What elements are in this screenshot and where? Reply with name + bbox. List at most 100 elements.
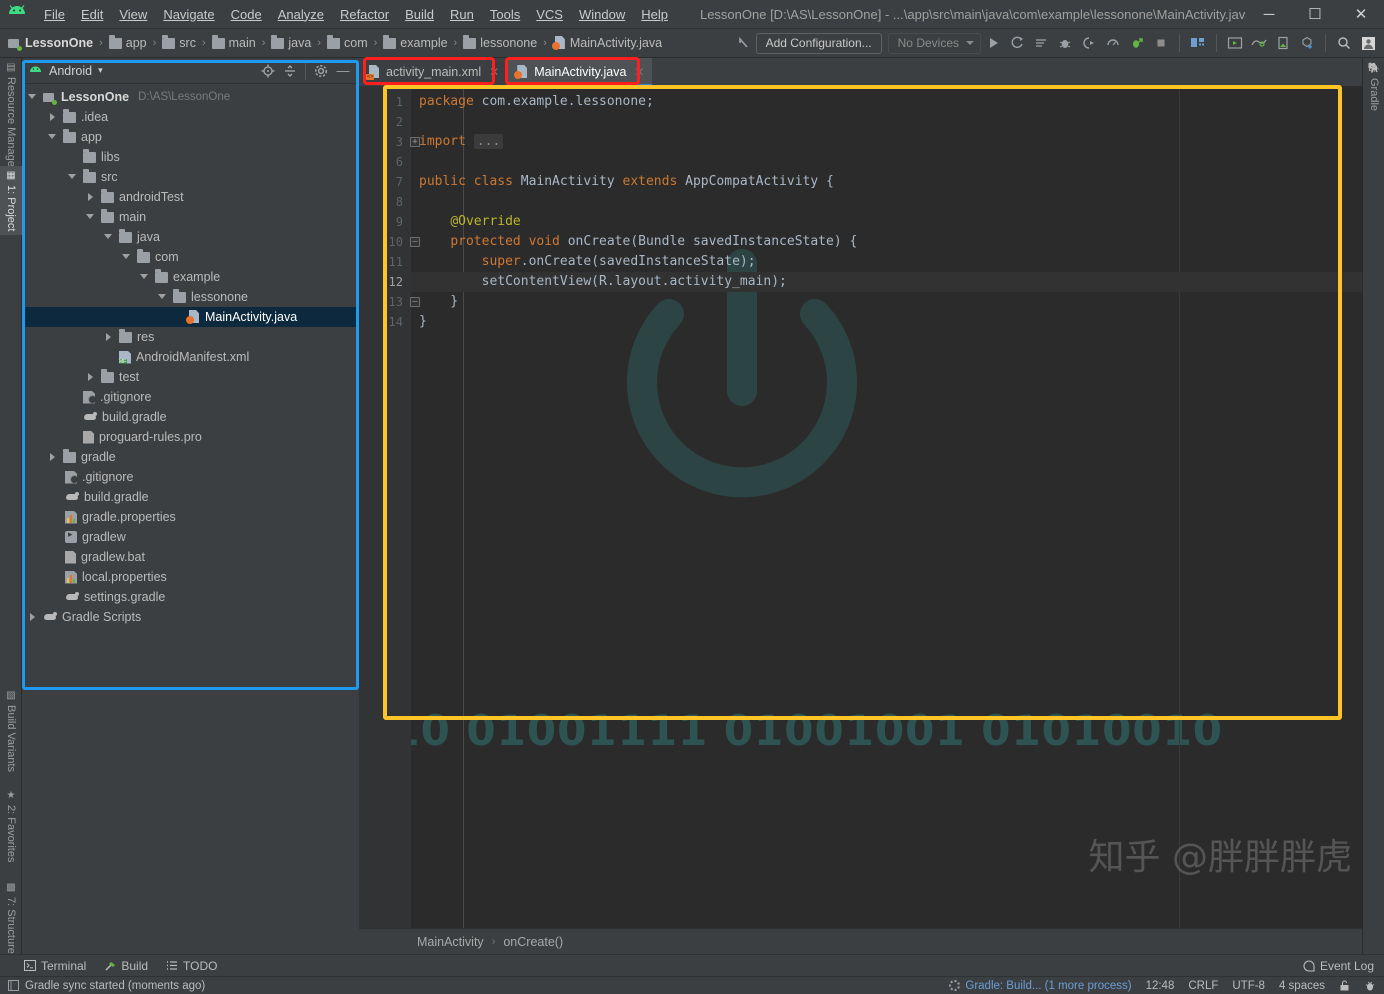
tree-node-example[interactable]: example — [22, 267, 359, 287]
chevron-right-icon[interactable] — [48, 452, 58, 462]
breadcrumb-method[interactable]: onCreate() — [503, 935, 563, 949]
device-selector[interactable]: No Devices — [887, 32, 981, 54]
menu-item-help[interactable]: Help — [633, 3, 676, 26]
code-line-3[interactable]: import ... — [411, 132, 1362, 152]
user-icon[interactable] — [1356, 31, 1380, 55]
project-view-selector[interactable]: Android ▾ — [28, 64, 103, 78]
breadcrumb-item-example[interactable]: example — [381, 34, 449, 50]
menu-bar[interactable]: File Edit View Navigate Code Analyze Ref… — [36, 3, 676, 26]
chevron-down-icon[interactable] — [28, 92, 38, 102]
tree-node-proguard-rules[interactable]: proguard-rules.pro — [22, 427, 359, 447]
chevron-right-icon[interactable] — [104, 332, 114, 342]
breadcrumb-item-java[interactable]: java — [269, 34, 313, 50]
menu-item-tools[interactable]: Tools — [482, 3, 528, 26]
tree-node-gitignore-root[interactable]: .gitignore — [22, 467, 359, 487]
debug-icon[interactable] — [1053, 31, 1077, 55]
lock-icon[interactable] — [1339, 980, 1350, 991]
bottom-tool-build[interactable]: Build — [104, 959, 148, 973]
editor-breadcrumb[interactable]: MainActivity › onCreate() — [359, 928, 1362, 954]
tree-node-build-gradle-root[interactable]: build.gradle — [22, 487, 359, 507]
stop-icon[interactable] — [1149, 31, 1173, 55]
collapse-all-icon[interactable] — [280, 61, 300, 81]
menu-item-code[interactable]: Code — [223, 3, 270, 26]
tree-node-gradle-properties[interactable]: gradle.properties — [22, 507, 359, 527]
chevron-down-icon[interactable] — [104, 232, 114, 242]
tree-node-gradlew-bat[interactable]: gradlew.bat — [22, 547, 359, 567]
breadcrumb-item-main[interactable]: main — [210, 34, 258, 50]
breadcrumb-item-lessonone-pkg[interactable]: lessonone — [461, 34, 539, 50]
run-with-coverage-icon[interactable] — [1077, 31, 1101, 55]
line-separator[interactable]: CRLF — [1188, 980, 1218, 992]
sdk-manager-icon[interactable] — [1223, 31, 1247, 55]
tree-node-gradle-dir[interactable]: gradle — [22, 447, 359, 467]
tab-mainactivity-java[interactable]: MainActivity.java ✕ — [507, 58, 653, 86]
sync-project-icon[interactable] — [1295, 31, 1319, 55]
menu-item-vcs[interactable]: VCS — [528, 3, 571, 26]
device-file-explorer-icon[interactable] — [1271, 31, 1295, 55]
code-line-7[interactable]: public class MainActivity extends AppCom… — [411, 172, 1362, 192]
tree-node-test[interactable]: test — [22, 367, 359, 387]
run-icon[interactable] — [981, 31, 1005, 55]
code-line-14[interactable]: } — [411, 312, 1362, 332]
chevron-down-icon[interactable] — [86, 212, 96, 222]
breadcrumb-item-src[interactable]: src — [160, 34, 198, 50]
file-encoding[interactable]: UTF-8 — [1232, 980, 1265, 992]
code-line-12[interactable]: setContentView(R.layout.activity_main); — [411, 272, 1362, 292]
breadcrumb[interactable]: LessonOne › app › src › main › java › co… — [0, 34, 664, 51]
code-line-11[interactable]: super.onCreate(savedInstanceState); — [411, 252, 1362, 272]
menu-item-navigate[interactable]: Navigate — [155, 3, 222, 26]
status-message-area[interactable]: Gradle sync started (moments ago) — [8, 980, 205, 992]
locate-icon[interactable] — [258, 61, 278, 81]
menu-item-window[interactable]: Window — [571, 3, 633, 26]
tree-node-androidmanifest[interactable]: AndroidManifest.xml — [22, 347, 359, 367]
code-editor[interactable]: 01001110 01001111 01001001 01010010 1 2 … — [359, 86, 1362, 928]
sidebar-item-gradle[interactable]: 🐘 Gradle — [1363, 58, 1384, 115]
menu-item-build[interactable]: Build — [397, 3, 442, 26]
profiler-icon[interactable] — [1101, 31, 1125, 55]
tree-node-gradlew[interactable]: gradlew — [22, 527, 359, 547]
code-text[interactable]: package com.example.lessonone; import ..… — [411, 86, 1362, 928]
chevron-down-icon[interactable] — [158, 292, 168, 302]
tree-node-app[interactable]: app — [22, 127, 359, 147]
caret-position[interactable]: 12:48 — [1146, 980, 1175, 992]
tree-node-libs[interactable]: libs — [22, 147, 359, 167]
tree-node-gitignore-app[interactable]: .gitignore — [22, 387, 359, 407]
code-line-8[interactable] — [411, 192, 1362, 212]
code-line-2[interactable] — [411, 112, 1362, 132]
tree-node-build-gradle-app[interactable]: build.gradle — [22, 407, 359, 427]
search-icon[interactable] — [1332, 31, 1356, 55]
tree-node-settings-gradle[interactable]: settings.gradle — [22, 587, 359, 607]
menu-item-run[interactable]: Run — [442, 3, 482, 26]
sidebar-item-build-variants[interactable]: ▧ Build Variants — [0, 686, 22, 776]
breadcrumb-item-app[interactable]: app — [107, 34, 149, 50]
gradle-task-indicator[interactable]: Gradle: Build... (1 more process) — [949, 980, 1132, 992]
window-controls[interactable]: ─ ☐ ✕ — [1246, 0, 1384, 29]
tree-node-gradle-scripts[interactable]: Gradle Scripts — [22, 607, 359, 627]
apply-code-changes-icon[interactable] — [1029, 31, 1053, 55]
close-icon[interactable]: ✕ — [489, 65, 499, 79]
project-tree[interactable]: LessonOne D:\AS\LessonOne .idea app libs — [22, 84, 359, 954]
avd-manager-icon[interactable] — [1186, 31, 1210, 55]
tree-node-mainactivity-java[interactable]: MainActivity.java — [22, 307, 359, 327]
settings-gear-icon[interactable] — [311, 61, 331, 81]
maximize-button[interactable]: ☐ — [1292, 0, 1338, 29]
apply-changes-icon[interactable] — [1005, 31, 1029, 55]
sidebar-item-resource-manager[interactable]: ▤ Resource Manager — [0, 58, 22, 175]
code-line-1[interactable]: package com.example.lessonone; — [411, 92, 1362, 112]
sidebar-item-favorites[interactable]: ★ 2: Favorites — [0, 786, 22, 866]
tab-activity-main-xml[interactable]: activity_main.xml ✕ — [359, 58, 507, 86]
tree-node-idea[interactable]: .idea — [22, 107, 359, 127]
code-line-13[interactable]: } — [411, 292, 1362, 312]
menu-item-view[interactable]: View — [111, 3, 155, 26]
indent-setting[interactable]: 4 spaces — [1279, 980, 1325, 992]
import-fold-placeholder[interactable]: ... — [473, 134, 504, 149]
tree-node-local-properties[interactable]: local.properties — [22, 567, 359, 587]
code-line-6[interactable] — [411, 152, 1362, 172]
tree-node-androidtest[interactable]: androidTest — [22, 187, 359, 207]
tree-node-java[interactable]: java — [22, 227, 359, 247]
bottom-tool-event-log[interactable]: Event Log — [1303, 959, 1374, 973]
layout-inspector-icon[interactable] — [1247, 31, 1271, 55]
inspection-icon[interactable] — [1364, 980, 1376, 992]
breadcrumb-item-com[interactable]: com — [325, 34, 370, 50]
tree-node-lessonone[interactable]: LessonOne D:\AS\LessonOne — [22, 87, 359, 107]
